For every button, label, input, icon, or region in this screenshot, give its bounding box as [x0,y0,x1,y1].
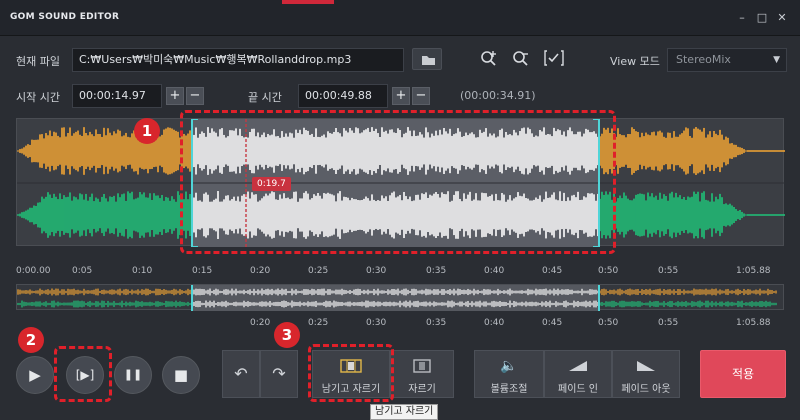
fade-out-label: 페이드 아웃 [621,384,671,395]
title-bar: GOM SOUND EDITOR – □ ✕ [0,0,800,36]
end-minus-button[interactable]: − [412,87,430,105]
cut-icon [391,358,453,376]
view-mode-select[interactable]: StereoMix ▼ [667,48,787,72]
keep-cut-tooltip: 남기고 자르기 [370,404,439,420]
ruler-tick-label: 0:40 [484,266,505,276]
annotation-badge-1: 1 [134,118,160,144]
selection-duration: (00:00:34.91) [460,89,536,102]
volume-button[interactable]: 🔈 볼륨조절 [474,350,544,398]
close-button[interactable]: ✕ [774,10,790,26]
view-mode-label: View 모드 [610,55,660,68]
top-accent-mark [282,0,334,4]
ruler-tick-label: 0:10 [132,266,153,276]
undo-button[interactable]: ↶ [222,350,260,398]
overview-tick-label: 0:45 [542,318,563,328]
overview-tick-label: 0:55 [658,318,679,328]
end-plus-button[interactable]: + [392,87,410,105]
overview-selection [192,285,599,311]
app-title: GOM SOUND EDITOR [10,12,120,22]
zoom-out-icon[interactable] [510,48,532,68]
ruler-tick-label: 0:55 [658,266,679,276]
annotation-badge-3: 3 [274,322,300,348]
cut-label: 자르기 [408,384,436,395]
view-mode-value: StereoMix [676,53,731,66]
overview-panel[interactable] [16,284,785,311]
fade-in-label: 페이드 인 [558,384,598,395]
ruler-tick-label: 0:50 [598,266,619,276]
start-time-label: 시작 시간 [16,91,60,104]
ruler-tick-label: 0:00.00 [16,266,51,276]
keep-cut-highlight-box [308,344,394,402]
select-check-icon[interactable] [543,48,565,68]
volume-label: 볼륨조절 [490,384,528,395]
stop-button[interactable]: ■ [162,356,200,394]
ruler-tick-label: 0:15 [192,266,213,276]
play-button[interactable]: ▶ [16,356,54,394]
overview-tick-label: 1:05.88 [736,318,771,328]
annotation-badge-2: 2 [18,327,44,353]
overview-tick-label: 0:30 [366,318,387,328]
ruler-tick-label: 0:30 [366,266,387,276]
current-file-label: 현재 파일 [16,55,60,68]
overview-tick-label: 0:50 [598,318,619,328]
pause-button[interactable]: ❚❚ [114,356,152,394]
fade-in-button[interactable]: 페이드 인 [544,350,612,398]
speaker-icon: 🔈 [500,358,518,374]
ruler-tick-label: 0:20 [250,266,271,276]
overview-tick-label: 0:40 [484,318,505,328]
timeline-ruler: 0:00.00 0:05 0:10 0:15 0:20 0:25 0:30 0:35 0:40 0… [16,262,784,282]
play-selection-highlight-box [54,346,112,402]
folder-icon [422,56,435,65]
ruler-tick-label: 1:05.88 [736,266,771,276]
redo-button[interactable]: ↷ [260,350,298,398]
ruler-tick-label: 0:05 [72,266,93,276]
overview-tick-label: 0:25 [308,318,329,328]
chevron-down-icon: ▼ [773,55,780,65]
fade-out-icon [613,358,679,376]
ruler-tick-label: 0:25 [308,266,329,276]
overview-tick-label: 0:20 [250,318,271,328]
minimize-button[interactable]: – [734,10,750,26]
start-time-field[interactable]: 00:00:14.97 [72,84,162,108]
fade-in-icon [545,358,611,376]
start-minus-button[interactable]: − [186,87,204,105]
end-time-label: 끝 시간 [248,91,282,104]
cut-button[interactable]: 자르기 [390,350,454,398]
selection-highlight-box [180,110,616,254]
fade-out-button[interactable]: 페이드 아웃 [612,350,680,398]
start-plus-button[interactable]: + [166,87,184,105]
overview-tick-label: 0:35 [426,318,447,328]
overview-ruler: 0:20 0:25 0:30 0:35 0:40 0:45 0:50 0:55 1:05.88 [16,318,784,332]
overview-waveform[interactable] [17,285,785,311]
ruler-tick-label: 0:45 [542,266,563,276]
file-path-field[interactable]: C:₩Users₩박미숙₩Music₩행복₩Rollanddrop.mp3 [72,48,404,72]
zoom-in-icon[interactable] [478,48,500,68]
open-folder-button[interactable] [412,48,442,70]
maximize-button[interactable]: □ [754,10,770,26]
ruler-tick-label: 0:35 [426,266,447,276]
apply-button[interactable]: 적용 [700,350,786,398]
end-time-field[interactable]: 00:00:49.88 [298,84,388,108]
